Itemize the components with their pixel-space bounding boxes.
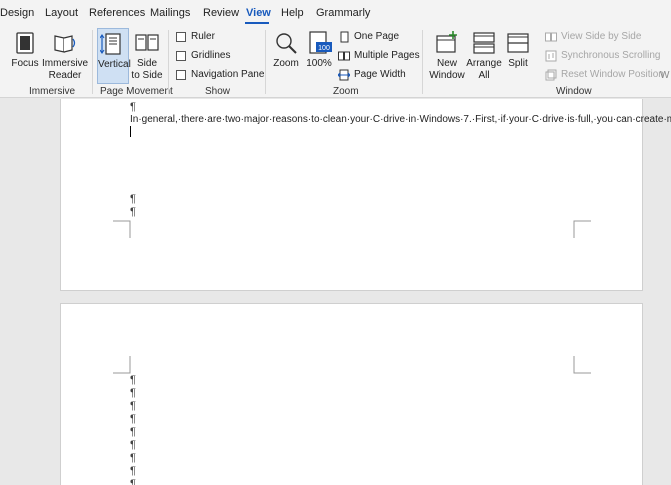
new-window-icon: [436, 31, 457, 53]
group-separator: [92, 30, 93, 94]
focus-label: Focus: [11, 58, 39, 69]
ruler-checkbox-box[interactable]: [176, 32, 186, 42]
arrange-all-label: Arrange All: [466, 58, 502, 81]
one-page-label: One Page: [354, 31, 400, 42]
paragraph-mark: ¶: [130, 452, 136, 464]
side-to-side-icon: [135, 34, 159, 51]
multiple-pages-icon: [338, 51, 350, 61]
page-width-icon: [338, 69, 350, 81]
paragraph-mark: ¶: [130, 101, 136, 113]
split-button[interactable]: Split: [503, 28, 533, 84]
vertical-label: Vertical: [98, 59, 131, 70]
immersive-reader-button[interactable]: Immersive Reader: [42, 28, 88, 84]
zoom-100-icon: 100: [309, 31, 332, 54]
tab-mailings[interactable]: Mailings: [150, 7, 190, 19]
focus-button[interactable]: Focus: [8, 28, 42, 84]
group-separator: [265, 30, 266, 94]
gridlines-checkbox-box[interactable]: [176, 51, 186, 61]
group-label-immersive: Immersive: [29, 86, 76, 97]
vertical-page-icon: [100, 33, 121, 55]
document-page-2[interactable]: ¶ ¶ ¶ ¶ ¶ ¶ ¶ ¶ ¶: [60, 303, 643, 485]
group-label-page-movement: Page Movement: [100, 86, 173, 97]
split-icon: [507, 33, 529, 53]
margin-corner-mark: [573, 356, 591, 374]
immersive-reader-icon: [54, 35, 76, 53]
paragraph-mark: ¶: [130, 478, 136, 485]
tab-review[interactable]: Review: [203, 7, 239, 19]
page-width-label: Page Width: [354, 69, 406, 80]
paragraph-mark: ¶: [130, 206, 136, 218]
ruler-label: Ruler: [191, 31, 215, 42]
zoom-button[interactable]: Zoom: [271, 28, 301, 84]
new-window-button[interactable]: New Window: [428, 28, 466, 84]
navigation-pane-checkbox-box[interactable]: [176, 70, 186, 80]
text-cursor: [130, 126, 131, 138]
zoom-100-badge: 100: [318, 45, 330, 52]
group-separator: [422, 30, 423, 94]
ribbon: Focus Immersive Reader Immersive Vertica…: [0, 26, 671, 98]
zoom-label: Zoom: [273, 58, 299, 69]
group-label-window: Window: [556, 86, 592, 97]
synchronous-scrolling-label: Synchronous Scrolling: [561, 50, 661, 61]
tab-references[interactable]: References: [89, 7, 145, 19]
margin-corner-mark: [573, 220, 591, 238]
arrange-all-icon: [473, 32, 495, 54]
paragraph-mark: ¶: [130, 387, 136, 399]
vertical-button[interactable]: Vertical: [97, 28, 131, 84]
zoom-100-label: 100%: [306, 58, 332, 69]
paragraph-mark: ¶: [130, 413, 136, 425]
tab-help[interactable]: Help: [281, 7, 304, 19]
active-tab-indicator: [245, 22, 269, 24]
side-to-side-label: Side to Side: [131, 58, 163, 81]
margin-corner-mark: [113, 220, 131, 238]
arrange-all-button[interactable]: Arrange All: [466, 28, 502, 84]
new-window-label: New Window: [429, 58, 465, 81]
group-label-zoom: Zoom: [333, 86, 359, 97]
tab-design[interactable]: Design: [0, 7, 34, 19]
zoom-100-button[interactable]: 100 100%: [303, 28, 335, 84]
focus-icon: [16, 32, 34, 54]
reset-window-icon: [545, 69, 557, 81]
document-canvas[interactable]: ¶ In·general,·there·are·two·major·reason…: [0, 99, 671, 485]
body-paragraph[interactable]: In·general,·there·are·two·major·reasons·…: [130, 114, 671, 141]
reset-window-position-label: Reset Window Position: [561, 69, 664, 80]
tab-view[interactable]: View: [246, 7, 271, 19]
gridlines-label: Gridlines: [191, 50, 231, 61]
body-paragraph-text: In·general,·there·are·two·major·reasons·…: [130, 114, 671, 125]
side-to-side-button[interactable]: Side to Side: [131, 28, 163, 84]
tab-grammarly[interactable]: Grammarly: [316, 7, 370, 19]
paragraph-mark: ¶: [130, 465, 136, 477]
group-separator: [168, 30, 169, 94]
tab-layout[interactable]: Layout: [45, 7, 78, 19]
truncated-ribbon-item: W: [660, 70, 670, 81]
ribbon-tab-bar: Design Layout References Mailings Review…: [0, 0, 671, 26]
paragraph-mark: ¶: [130, 439, 136, 451]
margin-corner-mark: [113, 356, 131, 374]
navigation-pane-label: Navigation Pane: [191, 69, 265, 80]
group-label-show: Show: [205, 86, 231, 97]
immersive-reader-label: Immersive Reader: [42, 58, 89, 81]
paragraph-mark: ¶: [130, 400, 136, 412]
synchronous-scrolling-icon: [545, 50, 557, 62]
paragraph-mark: ¶: [130, 193, 136, 205]
multiple-pages-label: Multiple Pages: [354, 50, 420, 61]
paragraph-mark: ¶: [130, 426, 136, 438]
one-page-icon: [340, 31, 349, 43]
side-by-side-icon: [545, 32, 557, 42]
magnifier-icon: [276, 33, 297, 54]
split-label: Split: [508, 58, 528, 69]
document-page-1[interactable]: ¶ In·general,·there·are·two·major·reason…: [60, 99, 671, 291]
paragraph-mark: ¶: [130, 374, 136, 386]
view-side-by-side-label: View Side by Side: [561, 31, 642, 42]
